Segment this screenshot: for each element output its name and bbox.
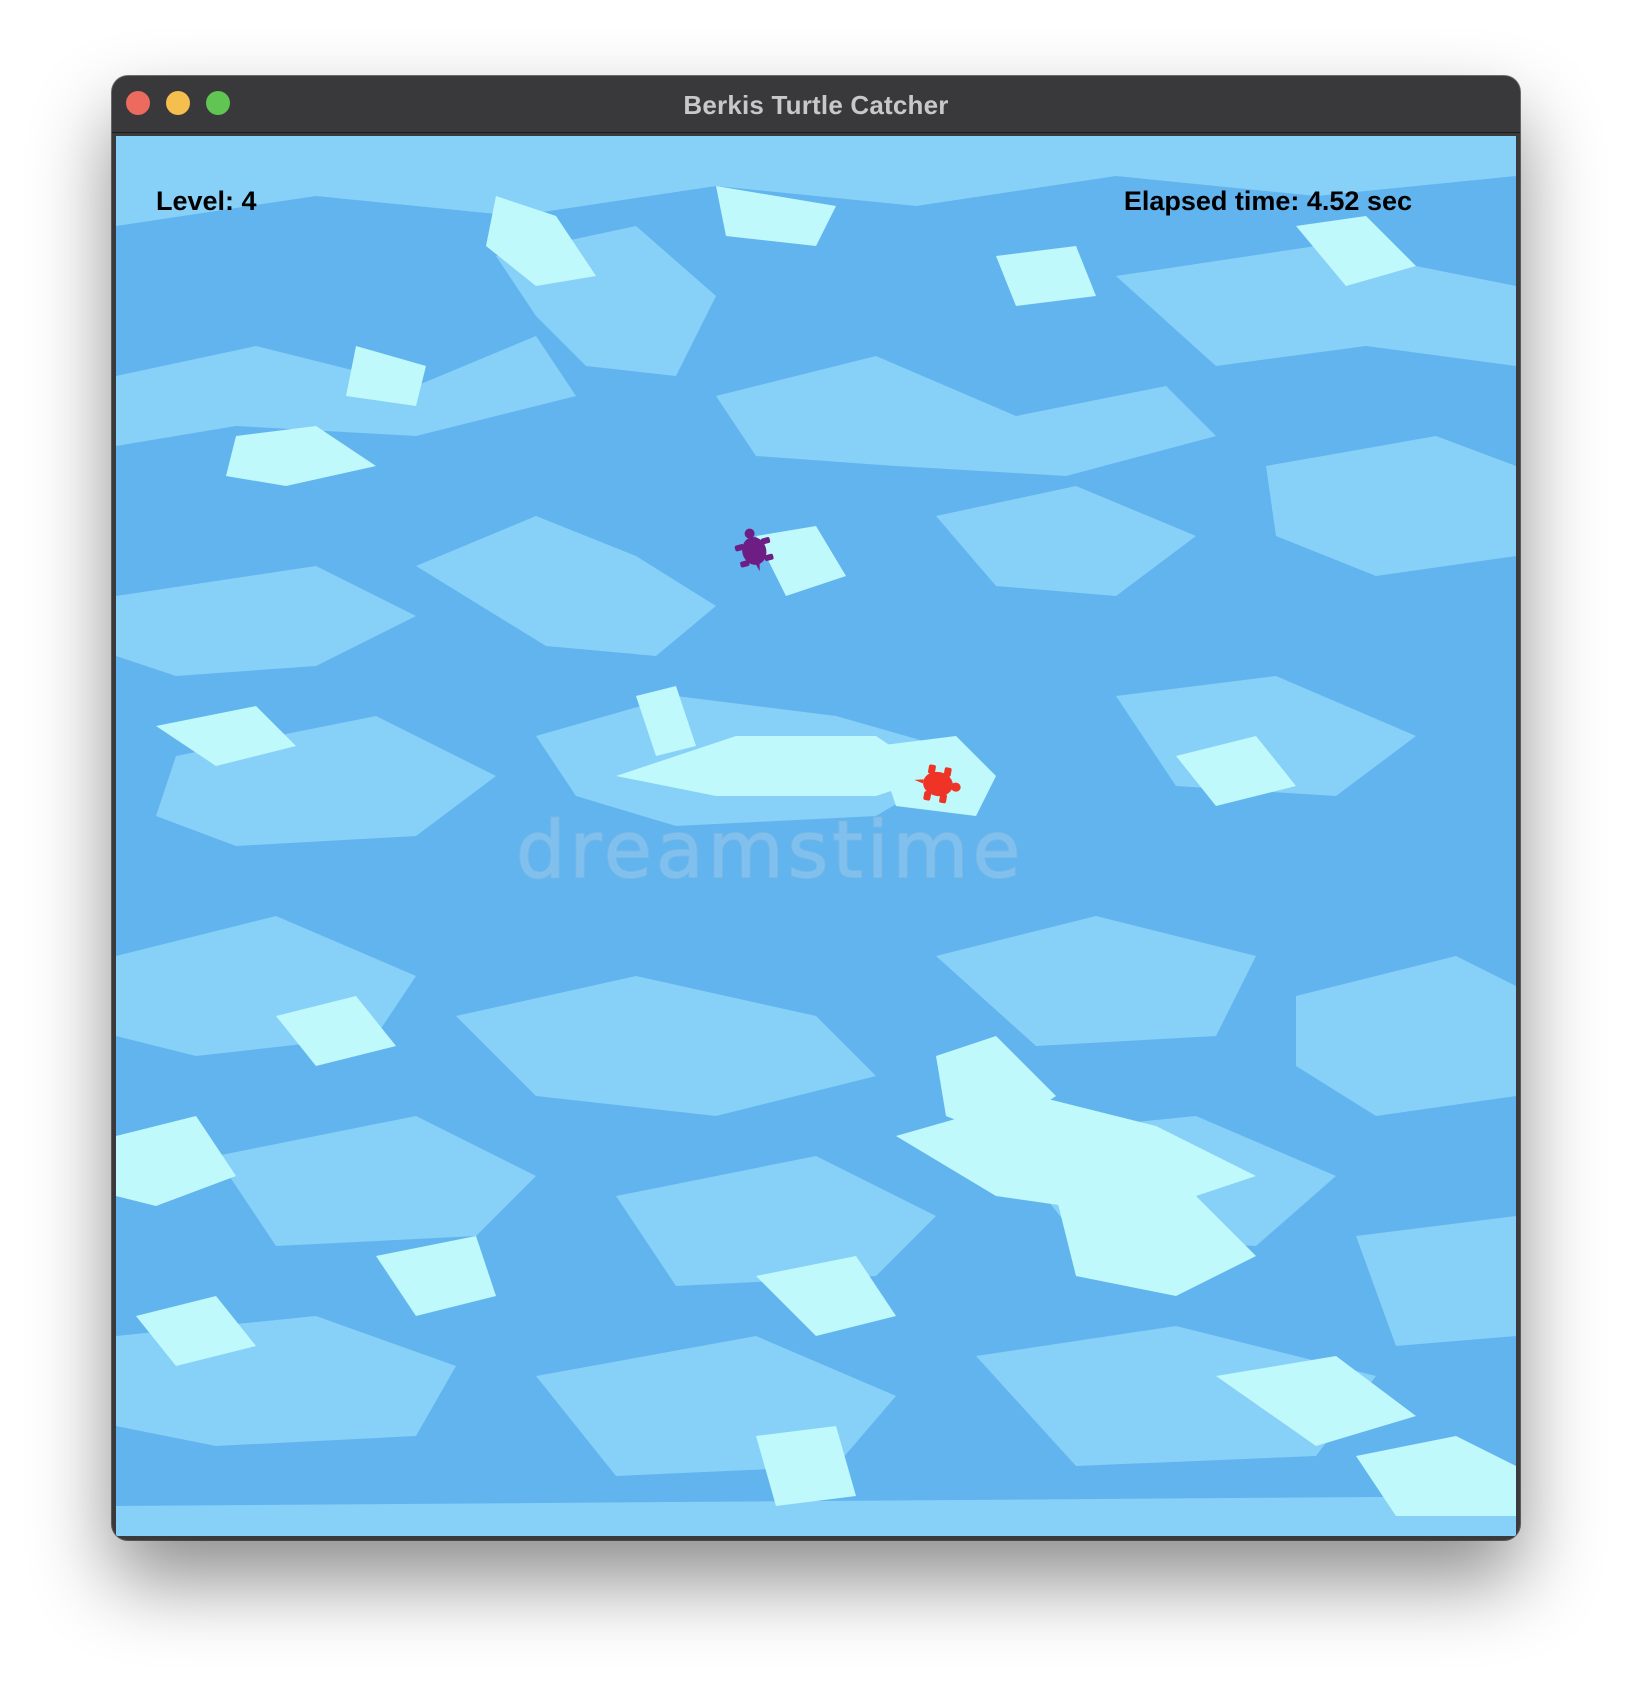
target-turtle-icon[interactable] bbox=[730, 524, 778, 576]
watermark-text: dreamstime bbox=[515, 805, 1025, 897]
player-turtle-icon[interactable] bbox=[910, 760, 966, 808]
level-label: Level: 4 bbox=[156, 186, 257, 216]
game-canvas[interactable]: dreamstime Level: 4 Elapsed time: 4.52 s… bbox=[116, 136, 1516, 1536]
window-title: Berkis Turtle Catcher bbox=[683, 90, 949, 120]
title-bar[interactable]: Berkis Turtle Catcher bbox=[112, 76, 1520, 133]
elapsed-time-label: Elapsed time: 4.52 sec bbox=[1123, 186, 1412, 216]
app-window: Berkis Turtle Catcher dreamstime Level: … bbox=[112, 76, 1520, 1540]
